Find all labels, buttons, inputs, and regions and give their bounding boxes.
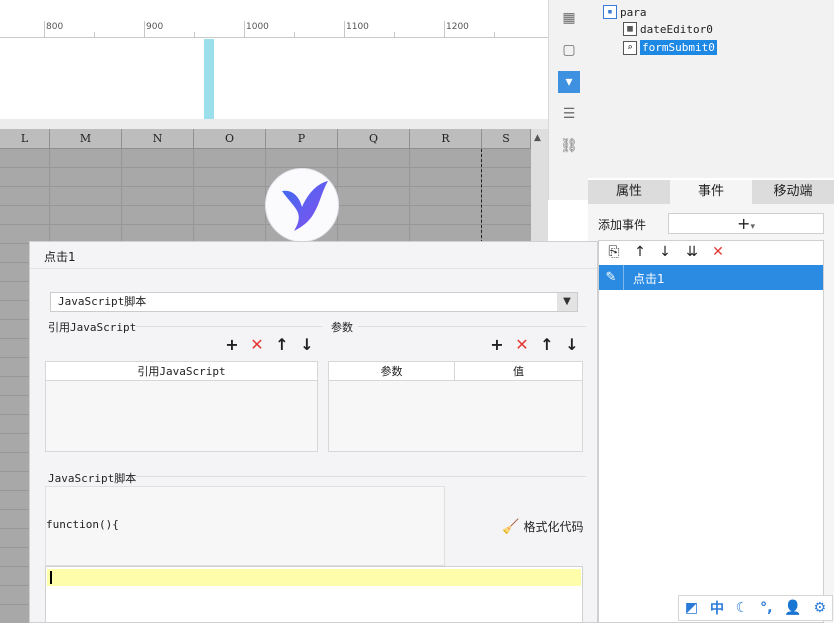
calendar-icon: ▦ bbox=[623, 22, 637, 36]
event-list-item[interactable]: ✎ 点击1 bbox=[599, 265, 823, 290]
code-header: function(){ bbox=[46, 518, 119, 531]
tab-mobile[interactable]: 移动端 bbox=[752, 180, 834, 204]
text-caret bbox=[50, 571, 52, 584]
tree-node-label: formSubmit0 bbox=[640, 40, 717, 55]
event-list bbox=[598, 240, 824, 623]
move-bottom-icon[interactable]: ⇊ bbox=[683, 243, 701, 261]
format-code-label: 格式化代码 bbox=[523, 520, 584, 534]
search-doc-icon: ⌕ bbox=[623, 40, 637, 55]
ime-language-label[interactable]: 中 bbox=[710, 598, 724, 618]
editor-active-line bbox=[47, 569, 581, 586]
params-table[interactable]: 参数 值 bbox=[328, 361, 583, 452]
chevron-down-icon: ▾ bbox=[750, 222, 755, 232]
link-icon[interactable]: ⛓ bbox=[558, 135, 580, 157]
tab-properties[interactable]: 属性 bbox=[588, 180, 670, 204]
delete-icon[interactable]: ✕ bbox=[513, 336, 531, 354]
para-canvas[interactable] bbox=[0, 39, 548, 119]
selected-widget-bar[interactable] bbox=[204, 39, 214, 119]
script-section-title: JavaScript脚本 bbox=[48, 472, 137, 485]
add-icon[interactable]: + bbox=[223, 336, 241, 354]
ruler-label: 800 bbox=[46, 22, 64, 32]
canvas-divider bbox=[0, 119, 548, 129]
delete-icon[interactable]: ✕ bbox=[709, 243, 727, 261]
ruler-label: 1100 bbox=[346, 22, 369, 32]
tab-events[interactable]: 事件 bbox=[670, 180, 752, 204]
widget-settings-icon[interactable]: ▦ bbox=[558, 7, 580, 29]
ruler-label: 1200 bbox=[446, 22, 469, 32]
ruler-label: 1000 bbox=[246, 22, 269, 32]
horizontal-ruler: 800 900 1000 1100 1200 bbox=[0, 21, 548, 38]
event-label: 点击1 bbox=[633, 272, 665, 286]
ref-js-section-title: 引用JavaScript bbox=[48, 321, 137, 334]
ref-js-table[interactable]: 引用JavaScript bbox=[45, 361, 318, 452]
scroll-up-icon[interactable]: ▲ bbox=[534, 133, 541, 143]
tree-node-label: dateEditor0 bbox=[640, 22, 713, 36]
property-tabs: 属性 事件 移动端 bbox=[588, 180, 834, 204]
frame-icon[interactable]: ▢ bbox=[558, 39, 580, 61]
move-up-icon[interactable]: ↑ bbox=[273, 336, 291, 354]
tree-node-para[interactable]: ▪ para bbox=[603, 5, 647, 19]
move-up-icon[interactable]: ↑ bbox=[631, 243, 649, 261]
add-event-label: 添加事件 bbox=[598, 218, 647, 232]
move-down-icon[interactable]: ↓ bbox=[656, 243, 674, 261]
move-up-icon[interactable]: ↑ bbox=[538, 336, 556, 354]
tree-node-date-editor[interactable]: ▦ dateEditor0 bbox=[623, 22, 713, 36]
add-icon: + bbox=[737, 214, 751, 233]
ime-toolbar: ◩ 中 ☾ °, 👤 ⚙ bbox=[678, 595, 833, 621]
ime-switch-icon[interactable]: ◩ bbox=[685, 600, 698, 616]
layer-icon[interactable]: ☰ bbox=[558, 103, 580, 125]
dialog-title-bar bbox=[30, 242, 597, 269]
tree-node-label: para bbox=[620, 5, 647, 19]
column-header: 值 bbox=[455, 362, 582, 381]
move-down-icon[interactable]: ↓ bbox=[563, 336, 581, 354]
moon-icon[interactable]: ☾ bbox=[736, 600, 749, 616]
format-code-button[interactable]: 🧹 格式化代码 bbox=[502, 518, 583, 535]
add-event-button[interactable]: +▾ bbox=[668, 213, 824, 234]
widget-tree: ▪ para ▦ dateEditor0 ⌕ formSubmit0 bbox=[588, 0, 834, 178]
page-break-line bbox=[481, 149, 482, 243]
broom-icon: 🧹 bbox=[502, 518, 520, 535]
form-icon: ▪ bbox=[603, 5, 617, 19]
app-logo bbox=[265, 168, 339, 242]
add-icon[interactable]: + bbox=[488, 336, 506, 354]
tree-node-form-submit[interactable]: ⌕ formSubmit0 bbox=[623, 40, 717, 55]
dialog-title: 点击1 bbox=[44, 250, 76, 264]
punctuation-icon[interactable]: °, bbox=[760, 600, 772, 616]
edit-icon[interactable]: ✎ bbox=[599, 265, 624, 290]
move-down-icon[interactable]: ↓ bbox=[298, 336, 316, 354]
delete-icon[interactable]: ✕ bbox=[248, 336, 266, 354]
ruler-label: 900 bbox=[146, 22, 164, 32]
chevron-down-icon[interactable]: ▼ bbox=[557, 293, 577, 311]
column-header: 引用JavaScript bbox=[46, 362, 317, 381]
copy-icon[interactable]: ⎘ bbox=[605, 243, 623, 261]
params-section-title: 参数 bbox=[331, 321, 353, 334]
gear-icon[interactable]: ⚙ bbox=[814, 600, 827, 616]
column-header: 参数 bbox=[329, 362, 455, 381]
script-type-select[interactable]: JavaScript脚本 bbox=[50, 292, 578, 312]
user-icon[interactable]: 👤 bbox=[784, 600, 801, 616]
dropdown-widget-icon[interactable]: ▾ bbox=[558, 71, 580, 93]
widget-toolbar: ▦ ▢ ▾ ☰ ⛓ bbox=[548, 0, 588, 200]
